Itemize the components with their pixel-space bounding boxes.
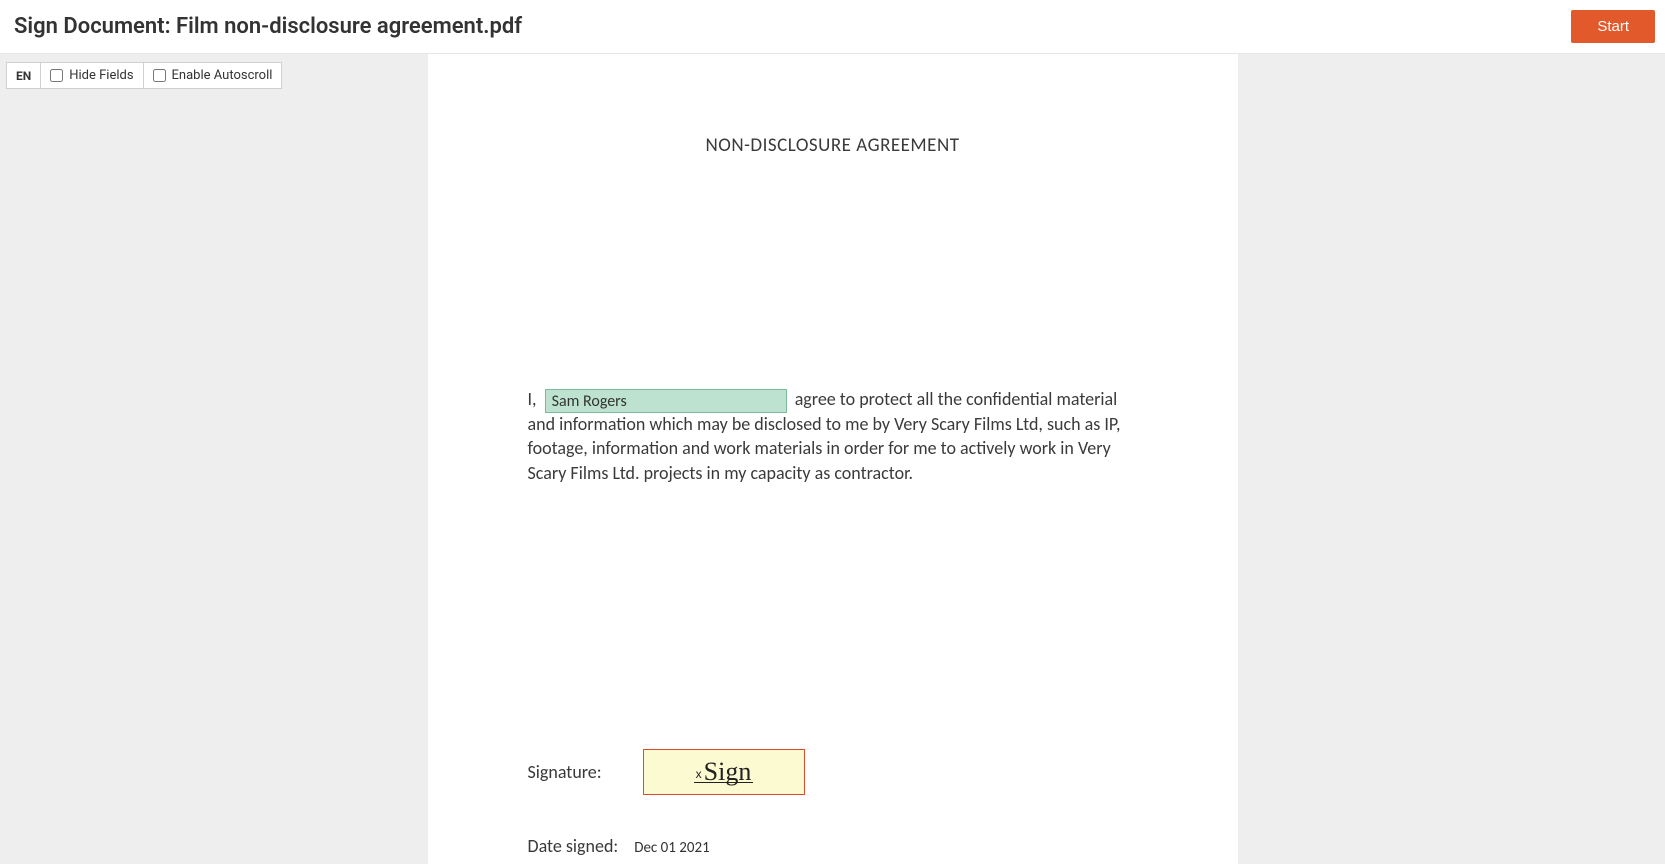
signature-placeholder: xSign xyxy=(696,757,752,787)
language-label: EN xyxy=(16,69,31,83)
name-field[interactable]: Sam Rogers xyxy=(545,389,787,413)
date-signed-value: Dec 01 2021 xyxy=(634,839,709,857)
autoscroll-toggle[interactable]: Enable Autoscroll xyxy=(143,62,283,89)
para-prefix: I, xyxy=(528,388,537,410)
document-viewport[interactable]: NON-DISCLOSURE AGREEMENT I, Sam Rogers a… xyxy=(428,54,1238,864)
signature-label: Signature: xyxy=(528,761,623,783)
workspace: EN Hide Fields Enable Autoscroll NON-DIS… xyxy=(0,54,1665,864)
signature-field[interactable]: xSign xyxy=(643,749,805,795)
signature-x-icon: x xyxy=(696,767,702,781)
document-page: NON-DISCLOSURE AGREEMENT I, Sam Rogers a… xyxy=(428,54,1238,864)
start-button[interactable]: Start xyxy=(1571,10,1655,43)
toolbar: EN Hide Fields Enable Autoscroll xyxy=(6,62,282,89)
document-title: NON-DISCLOSURE AGREEMENT xyxy=(528,134,1138,157)
date-row: Date signed: Dec 01 2021 xyxy=(528,835,1138,857)
hide-fields-checkbox[interactable] xyxy=(50,69,63,82)
app-header: Sign Document: Film non-disclosure agree… xyxy=(0,0,1665,54)
page-title: Sign Document: Film non-disclosure agree… xyxy=(14,14,522,39)
signature-underline xyxy=(694,782,754,783)
autoscroll-checkbox[interactable] xyxy=(153,69,166,82)
date-signed-label: Date signed: xyxy=(528,835,619,857)
hide-fields-label: Hide Fields xyxy=(69,68,133,83)
agreement-paragraph: I, Sam Rogers agree to protect all the c… xyxy=(528,387,1138,485)
language-button[interactable]: EN xyxy=(6,62,41,89)
autoscroll-label: Enable Autoscroll xyxy=(172,68,273,83)
signature-row: Signature: xSign xyxy=(528,749,1138,795)
hide-fields-toggle[interactable]: Hide Fields xyxy=(40,62,143,89)
